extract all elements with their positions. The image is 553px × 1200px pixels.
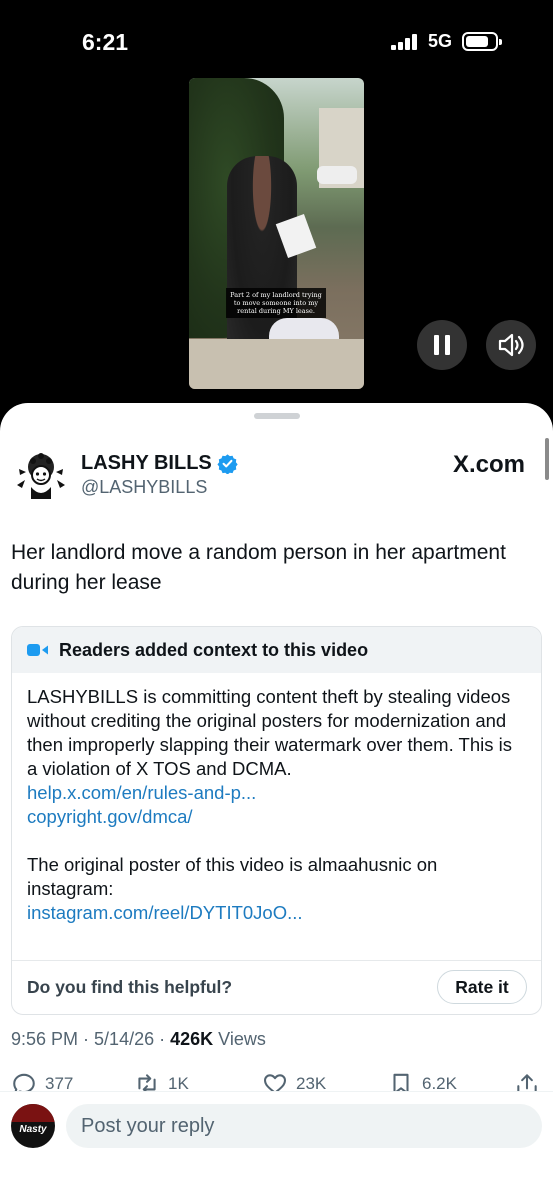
helpful-question: Do you find this helpful? bbox=[27, 977, 233, 997]
views-count: 426K bbox=[170, 1029, 214, 1049]
note-link-help[interactable]: help.x.com/en/rules-and-p... bbox=[27, 781, 526, 805]
reply-bar: Nasty bbox=[0, 1091, 553, 1200]
tweet-text: Her landlord move a random person in her… bbox=[11, 541, 506, 594]
note-footer: Do you find this helpful? Rate it bbox=[12, 960, 541, 1014]
video-caption: Part 2 of my landlord trying to move som… bbox=[226, 288, 326, 318]
community-note: Readers added context to this video LASH… bbox=[11, 626, 542, 1015]
author-handle[interactable]: @LASHYBILLS bbox=[81, 477, 207, 498]
tweet-date: 5/14/26 bbox=[94, 1029, 155, 1049]
author-name: LASHY BILLS bbox=[81, 452, 212, 474]
network-type: 5G bbox=[428, 31, 453, 51]
source-badge: X.com bbox=[453, 451, 526, 478]
status-bar: 6:21 5G bbox=[0, 0, 553, 80]
pause-icon bbox=[434, 335, 439, 355]
community-note-header: Readers added context to this video bbox=[12, 627, 541, 673]
author-name-row[interactable]: LASHY BILLS bbox=[81, 452, 238, 475]
status-time: 6:21 bbox=[82, 29, 129, 55]
tweet-meta: 9:56 PM · 5/14/26 · 426K Views bbox=[11, 1029, 266, 1049]
views-label: Views bbox=[218, 1029, 266, 1049]
video-player[interactable]: Part 2 of my landlord trying to move som… bbox=[189, 78, 364, 389]
reply-input[interactable] bbox=[66, 1104, 542, 1148]
pause-button[interactable] bbox=[417, 320, 467, 370]
tweet-time: 9:56 PM bbox=[11, 1029, 79, 1049]
community-note-body: LASHYBILLS is committing content theft b… bbox=[12, 673, 541, 925]
user-avatar[interactable]: Nasty bbox=[11, 1104, 55, 1148]
scrollbar[interactable] bbox=[545, 438, 549, 480]
battery-icon bbox=[462, 32, 502, 51]
speaker-icon bbox=[498, 333, 524, 357]
tweet-sheet: LASHY BILLS @LASHYBILLS X.com Her landlo… bbox=[0, 403, 553, 1200]
note-paragraph-1: LASHYBILLS is committing content theft b… bbox=[27, 686, 512, 779]
verified-badge-icon bbox=[217, 454, 238, 474]
note-link-instagram[interactable]: instagram.com/reel/DYTIT0JoO... bbox=[27, 901, 526, 925]
user-avatar-text: Nasty bbox=[19, 1124, 47, 1135]
sheet-grabber[interactable] bbox=[254, 413, 300, 419]
note-paragraph-2: The original poster of this video is alm… bbox=[27, 854, 438, 899]
rate-it-button[interactable]: Rate it bbox=[437, 970, 527, 1004]
cellular-signal-icon bbox=[391, 34, 419, 50]
note-link-copyright[interactable]: copyright.gov/dmca/ bbox=[27, 805, 526, 829]
volume-button[interactable] bbox=[486, 320, 536, 370]
video-camera-icon bbox=[27, 644, 48, 656]
community-note-title: Readers added context to this video bbox=[59, 639, 369, 660]
author-avatar[interactable] bbox=[11, 447, 71, 507]
